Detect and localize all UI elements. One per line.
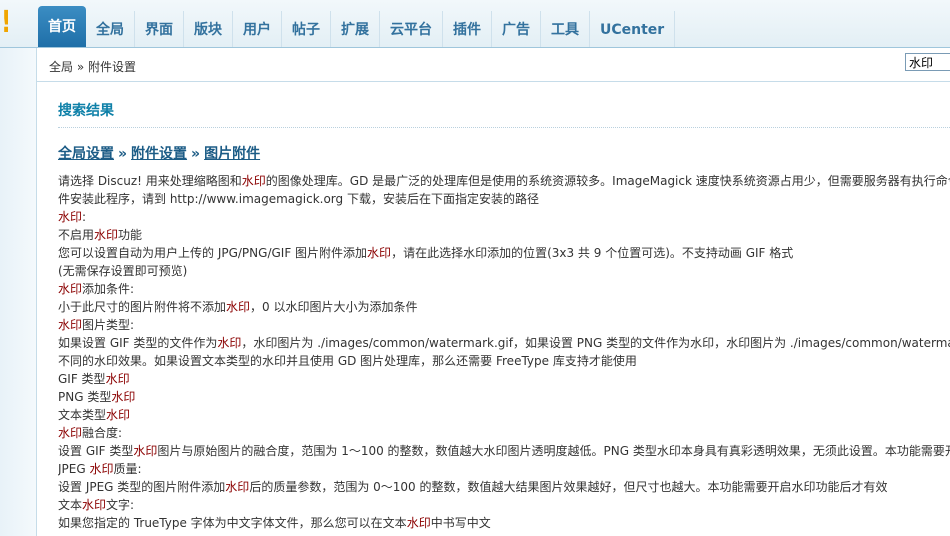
result-line: 小于此尺寸的图片附件将不添加水印，0 以水印图片大小为添加条件	[58, 298, 950, 316]
line-text: ，请在此选择水印添加的位置(3x3 共 9 个位置可选)。不支持动画 GIF 格…	[391, 246, 794, 260]
highlight-keyword: 水印	[217, 336, 242, 350]
line-text: 如果设置 GIF 类型的文件作为	[58, 336, 218, 350]
result-line: 设置 GIF 类型水印图片与原始图片的融合度，范围为 1～100 的整数，数值越…	[58, 442, 950, 460]
top-navigation-bar: ! 首页全局界面版块用户帖子扩展云平台插件广告工具UCenter	[0, 0, 950, 48]
result-line: PNG 类型水印	[58, 388, 950, 406]
result-line: 水印添加条件:	[58, 280, 950, 298]
highlight-keyword: 水印	[58, 210, 83, 224]
line-text: ，0 以水印图片大小为添加条件	[250, 300, 418, 314]
path-link-image-attachment[interactable]: 图片附件	[204, 146, 260, 162]
nav-tab-5[interactable]: 帖子	[282, 11, 331, 47]
line-text: 功能	[118, 228, 143, 242]
result-line: 文本水印文字:	[58, 496, 950, 514]
result-line: 文本类型水印	[58, 406, 950, 424]
highlight-keyword: 水印	[406, 516, 431, 530]
line-text: 您可以设置自动为用户上传的 JPG/PNG/GIF 图片附件添加	[58, 246, 368, 260]
breadcrumb-bar: 全局 » 附件设置	[37, 48, 950, 82]
nav-tab-2[interactable]: 界面	[135, 11, 184, 47]
highlight-keyword: 水印	[241, 174, 266, 188]
line-text: :	[82, 210, 87, 224]
result-line: 水印:	[58, 208, 950, 226]
line-text: 文本类型	[58, 408, 107, 422]
highlight-keyword: 水印	[89, 462, 114, 476]
line-text: 不启用	[58, 228, 95, 242]
line-text: 小于此尺寸的图片附件将不添加	[58, 300, 227, 314]
highlight-keyword: 水印	[133, 444, 158, 458]
nav-tab-3[interactable]: 版块	[184, 11, 233, 47]
logo-fragment: !	[0, 8, 8, 38]
nav-tab-1[interactable]: 全局	[86, 11, 135, 47]
line-text: 的图像处理库。GD 是最广泛的处理库但是使用的系统资源较多。ImageMagic…	[265, 174, 950, 188]
result-line: 如果设置 GIF 类型的文件作为水印，水印图片为 ./images/common…	[58, 334, 950, 352]
line-text: 质量:	[113, 462, 142, 476]
breadcrumb: 全局 » 附件设置	[49, 60, 136, 74]
line-text: 文本	[58, 498, 83, 512]
result-body: 请选择 Discuz! 用来处理缩略图和水印的图像处理库。GD 是最广泛的处理库…	[58, 172, 950, 532]
highlight-keyword: 水印	[111, 390, 136, 404]
nav-tab-6[interactable]: 扩展	[331, 11, 380, 47]
line-text: 融合度:	[82, 426, 123, 440]
highlight-keyword: 水印	[58, 426, 83, 440]
highlight-keyword: 水印	[58, 318, 83, 332]
line-text: 不同的水印效果。如果设置文本类型的水印并且使用 GD 图片处理库，那么还需要 F…	[58, 354, 637, 368]
nav-tab-0[interactable]: 首页	[38, 6, 86, 47]
left-sidebar	[0, 48, 37, 536]
path-separator: »	[118, 146, 128, 162]
result-line: JPEG 水印质量:	[58, 460, 950, 478]
result-line: 水印图片类型:	[58, 316, 950, 334]
divider	[58, 127, 950, 128]
line-text: (无需保存设置即可预览)	[58, 264, 188, 278]
line-text: 图片类型:	[82, 318, 135, 332]
line-text: 如果您指定的 TrueType 字体为中文字体文件，那么您可以在文本	[58, 516, 407, 530]
nav-tab-9[interactable]: 广告	[492, 11, 541, 47]
highlight-keyword: 水印	[106, 408, 131, 422]
line-text: GIF 类型	[58, 372, 106, 386]
line-text: 中书写中文	[430, 516, 491, 530]
result-line: 不启用水印功能	[58, 226, 950, 244]
search-input[interactable]	[905, 53, 950, 71]
result-line: GIF 类型水印	[58, 370, 950, 388]
line-text: 图片与原始图片的融合度，范围为 1～100 的整数，数值越大水印图片透明度越低。…	[157, 444, 950, 458]
main-nav: 首页 全局 界面 版块 用户 帖子 扩展 云平台 插件 广告 工具 UCenter	[38, 6, 676, 47]
path-link-attachment[interactable]: 附件设置	[131, 146, 187, 162]
result-line: 件安装此程序，请到 http://www.imagemagick.org 下载，…	[58, 190, 950, 208]
nav-tab-10[interactable]: 工具	[541, 11, 590, 47]
line-text: 请选择 Discuz! 用来处理缩略图和	[58, 174, 242, 188]
line-text: 设置 GIF 类型	[58, 444, 134, 458]
path-separator: »	[191, 146, 201, 162]
highlight-keyword: 水印	[226, 300, 251, 314]
line-text: 添加条件:	[82, 282, 135, 296]
line-text: 后的质量参数，范围为 0～100 的整数，数值越大结果图片效果越好，但尺寸也越大…	[249, 480, 888, 494]
highlight-keyword: 水印	[82, 498, 107, 512]
highlight-keyword: 水印	[58, 282, 83, 296]
highlight-keyword: 水印	[225, 480, 250, 494]
nav-tab-8[interactable]: 插件	[443, 11, 492, 47]
line-text: 件安装此程序，请到 http://www.imagemagick.org 下载，…	[58, 192, 539, 206]
highlight-keyword: 水印	[367, 246, 392, 260]
result-line: 不同的水印效果。如果设置文本类型的水印并且使用 GD 图片处理库，那么还需要 F…	[58, 352, 950, 370]
result-line: 如果您指定的 TrueType 字体为中文字体文件，那么您可以在文本水印中书写中…	[58, 514, 950, 532]
highlight-keyword: 水印	[94, 228, 119, 242]
path-link-global[interactable]: 全局设置	[58, 146, 114, 162]
line-text: 文字:	[106, 498, 135, 512]
result-path: 全局设置» 附件设置» 图片附件	[58, 143, 260, 163]
line-text: PNG 类型	[58, 390, 112, 404]
line-text: ，水印图片为 ./images/common/watermark.gif，如果设…	[241, 336, 950, 350]
result-line: 设置 JPEG 类型的图片附件添加水印后的质量参数，范围为 0～100 的整数，…	[58, 478, 950, 496]
nav-tab-4[interactable]: 用户	[233, 11, 282, 47]
line-text: 设置 JPEG 类型的图片附件添加	[58, 480, 226, 494]
main-content: 搜索结果 全局设置» 附件设置» 图片附件 请选择 Discuz! 用来处理缩略图和…	[37, 82, 950, 536]
result-title: 搜索结果	[58, 103, 114, 119]
highlight-keyword: 水印	[105, 372, 130, 386]
nav-tab-11[interactable]: UCenter	[590, 11, 676, 47]
line-text: JPEG	[58, 462, 90, 476]
result-line: 请选择 Discuz! 用来处理缩略图和水印的图像处理库。GD 是最广泛的处理库…	[58, 172, 950, 190]
result-line: (无需保存设置即可预览)	[58, 262, 950, 280]
nav-tab-7[interactable]: 云平台	[380, 11, 443, 47]
result-line: 您可以设置自动为用户上传的 JPG/PNG/GIF 图片附件添加水印，请在此选择…	[58, 244, 950, 262]
result-line: 水印融合度:	[58, 424, 950, 442]
